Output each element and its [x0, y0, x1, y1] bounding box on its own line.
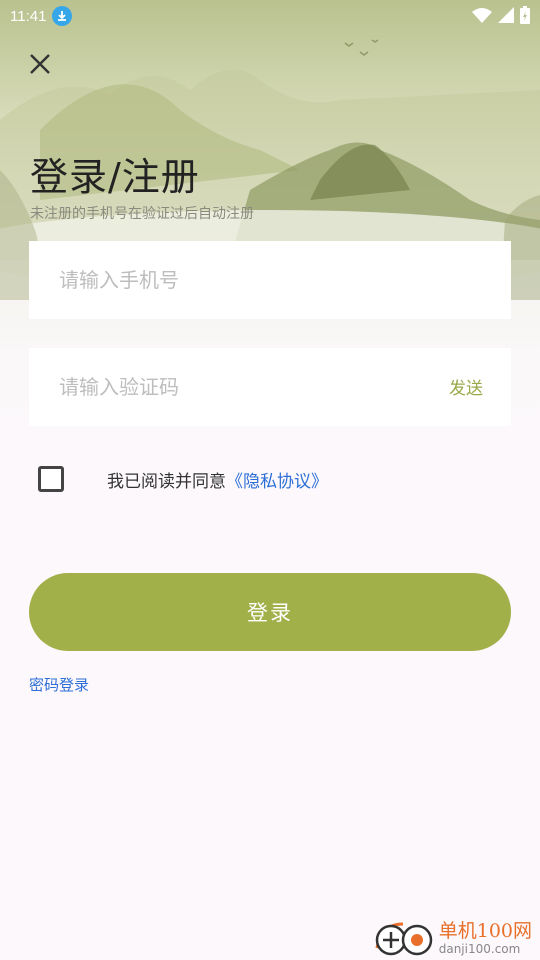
agree-text: 我已阅读并同意 — [107, 471, 226, 492]
phone-field[interactable] — [29, 241, 511, 319]
close-button[interactable] — [24, 48, 56, 80]
wifi-icon — [472, 7, 492, 27]
status-bar: 11:41 — [0, 0, 540, 32]
code-input[interactable] — [29, 375, 409, 399]
phone-input[interactable] — [29, 268, 409, 292]
code-field[interactable]: 发送 — [29, 348, 511, 426]
send-code-button[interactable]: 发送 — [449, 374, 483, 399]
watermark: 单机100网 danji100.com — [373, 918, 532, 958]
watermark-name: 单机100网 — [438, 920, 532, 942]
download-icon — [52, 6, 73, 26]
agreement-row: 我已阅读并同意 《隐私协议》 — [38, 466, 328, 492]
signal-icon — [498, 7, 514, 27]
watermark-logo-icon — [373, 918, 437, 958]
privacy-policy-link[interactable]: 《隐私协议》 — [226, 467, 328, 492]
close-icon — [30, 54, 50, 74]
agree-checkbox[interactable] — [38, 466, 64, 492]
page-title: 登录/注册 — [30, 155, 200, 199]
password-login-link[interactable]: 密码登录 — [29, 674, 89, 695]
login-button-label: 登录 — [247, 602, 293, 625]
battery-charging-icon — [520, 6, 530, 28]
status-time: 11:41 — [10, 7, 47, 25]
watermark-url: danji100.com — [438, 942, 521, 956]
login-button[interactable]: 登录 — [29, 573, 511, 651]
page-subtitle: 未注册的手机号在验证过后自动注册 — [30, 206, 254, 222]
